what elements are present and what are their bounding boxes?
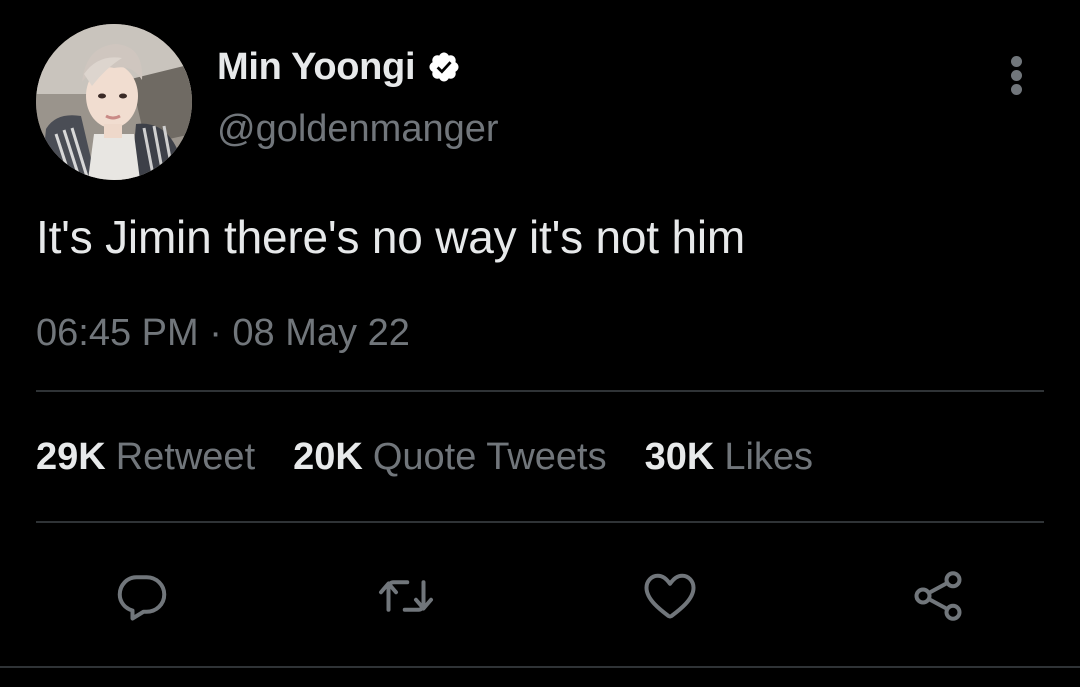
tweet-timestamp[interactable]: 06:45 PM · 08 May 22 [36,312,410,355]
verified-badge-icon [427,50,461,84]
divider [36,390,1044,392]
divider [36,521,1044,523]
divider [0,666,1080,668]
stat-label: Retweet [115,436,256,478]
tweet-detail: Min Yoongi @goldenmanger It's Jimin ther… [0,0,1080,687]
stat-label: Likes [724,436,814,478]
author-row: Min Yoongi [217,42,461,92]
more-vertical-icon [1011,70,1022,81]
display-name[interactable]: Min Yoongi [217,46,416,89]
share-icon [908,566,968,626]
likes-count[interactable]: 30K Likes [645,436,813,479]
retweet-icon [376,566,436,626]
reply-icon [112,566,172,626]
quote-tweets-count[interactable]: 20K Quote Tweets [293,436,607,479]
retweet-count[interactable]: 29K Retweet [36,436,255,479]
engagement-stats: 29K Retweet 20K Quote Tweets 30K Likes [36,436,851,479]
more-options-button[interactable] [996,50,1040,100]
more-vertical-icon [1011,84,1022,95]
stat-count: 29K [36,436,106,478]
like-button[interactable] [640,566,700,626]
retweet-button[interactable] [376,566,436,626]
stat-count: 20K [293,436,363,478]
tweet-text: It's Jimin there's no way it's not him [36,211,745,263]
like-icon [640,566,700,626]
share-button[interactable] [908,566,968,626]
stat-label: Quote Tweets [372,436,607,478]
stat-count: 30K [644,436,715,478]
reply-button[interactable] [112,566,172,626]
more-vertical-icon [1011,56,1022,67]
user-handle[interactable]: @goldenmanger [217,108,499,151]
avatar[interactable] [36,24,192,180]
